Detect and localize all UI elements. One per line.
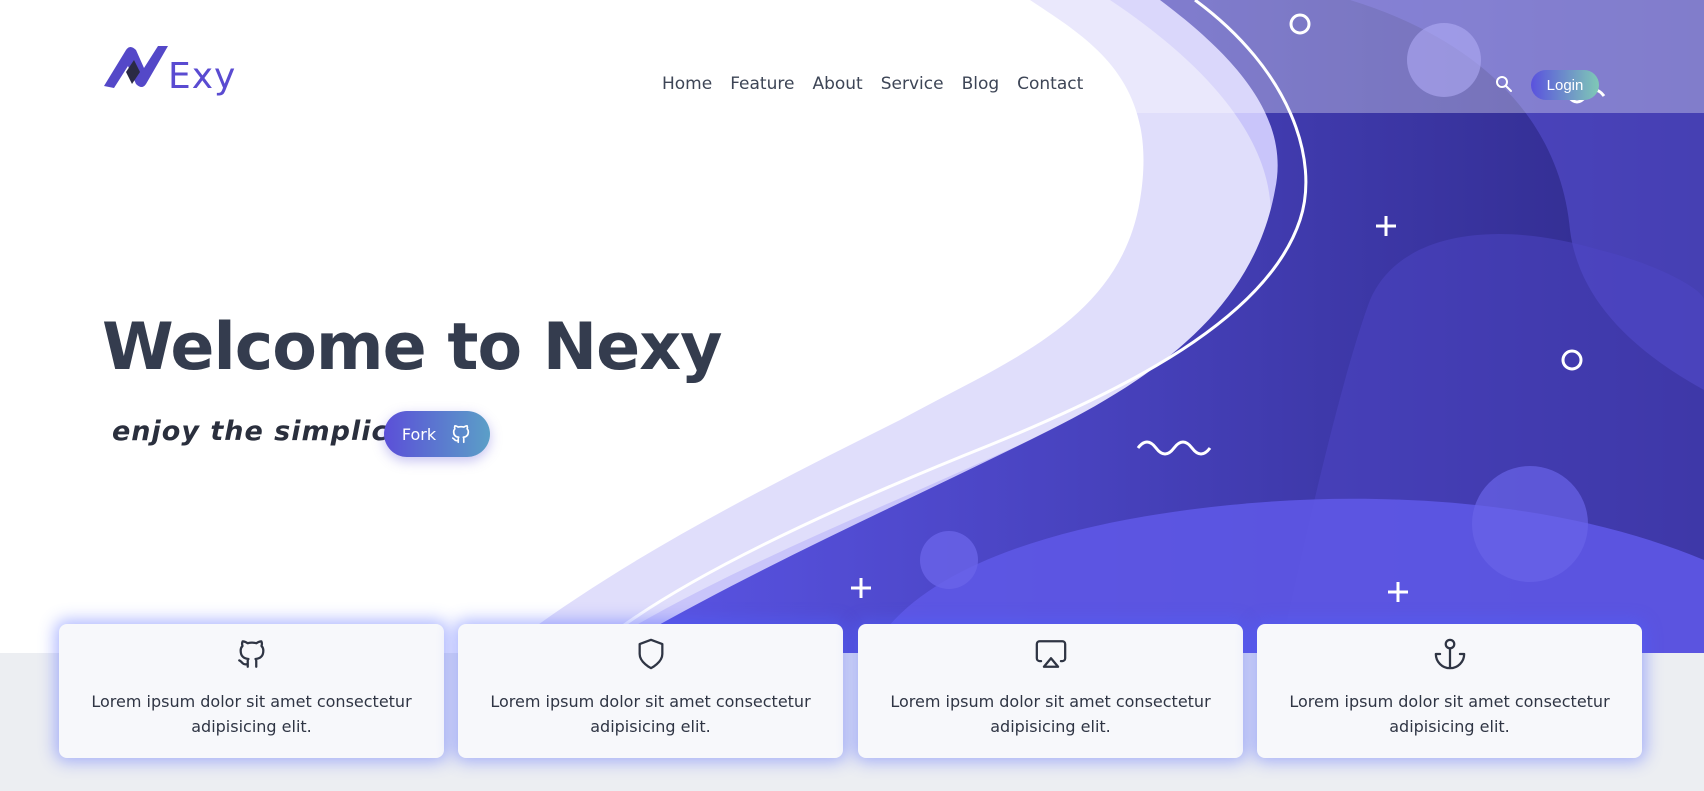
shield-icon xyxy=(638,638,663,670)
feature-card: Lorem ipsum dolor sit amet consectetur a… xyxy=(1257,624,1642,758)
anchor-icon xyxy=(1434,638,1465,670)
feature-card: Lorem ipsum dolor sit amet consectetur a… xyxy=(59,624,444,758)
hero-title: Welcome to Nexy xyxy=(102,310,723,385)
feature-card-text: Lorem ipsum dolor sit amet consectetur a… xyxy=(1289,692,1610,736)
feature-card-text: Lorem ipsum dolor sit amet consectetur a… xyxy=(91,692,412,736)
airplay-icon xyxy=(1035,640,1066,668)
fork-button[interactable]: Fork xyxy=(384,411,490,457)
nav-item-contact[interactable]: Contact xyxy=(1017,74,1083,94)
nav-item-about[interactable]: About xyxy=(812,74,862,94)
search-icon[interactable] xyxy=(1494,74,1514,94)
feature-card-text: Lorem ipsum dolor sit amet consectetur a… xyxy=(490,692,811,736)
logo-text: Exy xyxy=(168,56,237,97)
logo-mark-icon xyxy=(104,46,168,88)
hero-section: Exy Home Feature About Service Blog Cont… xyxy=(0,0,1704,653)
brand-logo[interactable]: Exy xyxy=(100,42,240,98)
nav-item-service[interactable]: Service xyxy=(881,74,944,94)
github-icon xyxy=(237,640,264,668)
nav-item-blog[interactable]: Blog xyxy=(962,74,1000,94)
main-nav: Home Feature About Service Blog Contact xyxy=(662,74,1083,94)
nav-item-feature[interactable]: Feature xyxy=(730,74,794,94)
feature-cards: Lorem ipsum dolor sit amet consectetur a… xyxy=(59,624,1642,758)
github-icon xyxy=(452,424,470,444)
fork-button-label: Fork xyxy=(401,424,437,444)
feature-card-text: Lorem ipsum dolor sit amet consectetur a… xyxy=(890,692,1211,736)
navbar xyxy=(0,0,1704,113)
nav-item-home[interactable]: Home xyxy=(662,74,712,94)
feature-card: Lorem ipsum dolor sit amet consectetur a… xyxy=(458,624,843,758)
login-button[interactable]: Login xyxy=(1531,70,1599,100)
feature-card: Lorem ipsum dolor sit amet consectetur a… xyxy=(858,624,1243,758)
